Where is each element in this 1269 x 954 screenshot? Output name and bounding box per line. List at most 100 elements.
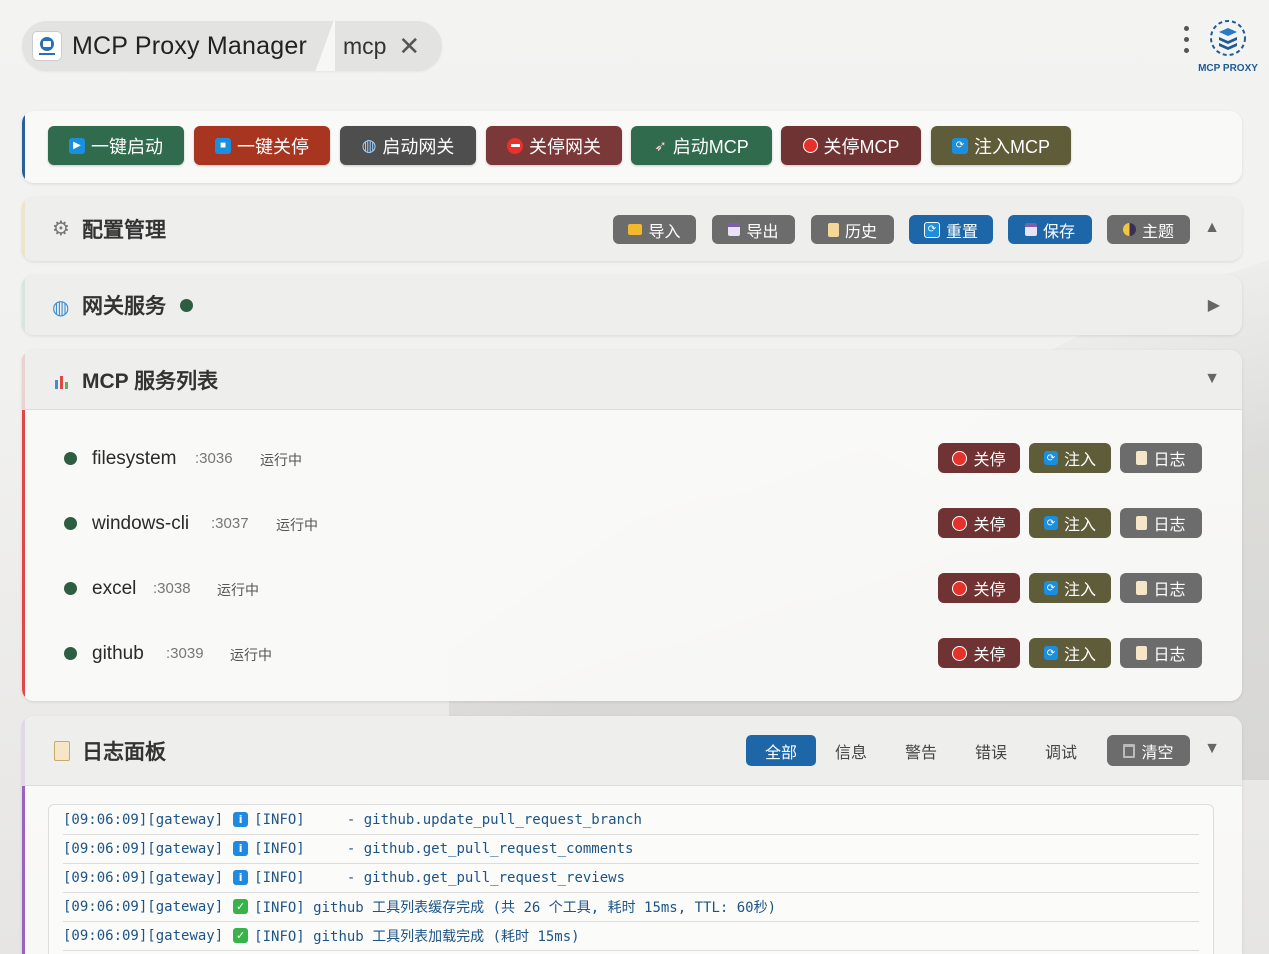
inject-service-button[interactable]: ⟳ 注入 xyxy=(1029,573,1111,603)
stop-service-button[interactable]: 关停 xyxy=(938,638,1020,668)
floppy-icon xyxy=(1024,223,1037,236)
notepad-icon xyxy=(1136,451,1148,465)
gateway-status-dot xyxy=(180,299,193,312)
stop-gateway-button[interactable]: 关停网关 xyxy=(486,126,622,165)
history-button[interactable]: 历史 xyxy=(811,215,894,244)
inject-service-button[interactable]: ⟳ 注入 xyxy=(1029,638,1111,668)
inject-service-button[interactable]: ⟳ 注入 xyxy=(1029,443,1111,473)
start-gateway-button[interactable]: ◍ 启动网关 xyxy=(340,126,476,165)
refresh-icon: ⟳ xyxy=(1043,516,1058,530)
service-name: filesystem xyxy=(92,448,177,469)
inject-mcp-button[interactable]: ⟳ 注入MCP xyxy=(931,126,1071,165)
gateway-header[interactable]: ◍ 网关服务 ▶ xyxy=(22,275,1242,335)
rocket-icon: ➶ xyxy=(654,137,667,155)
collapse-down-icon[interactable]: ▼ xyxy=(1204,370,1220,388)
floppy-icon xyxy=(728,223,741,236)
service-status: 运行中 xyxy=(230,647,272,663)
save-button[interactable]: 保存 xyxy=(1008,215,1092,244)
app-logo-icon xyxy=(32,31,62,61)
inject-service-button[interactable]: ⟳ 注入 xyxy=(1029,508,1111,538)
config-header[interactable]: ⚙ 配置管理 导入 导出 历史 ⟳ 重置 保存 主题 ▲ xyxy=(22,197,1242,261)
gateway-title: 网关服务 xyxy=(82,295,166,318)
filter-all[interactable]: 全部 xyxy=(746,735,816,766)
service-row-excel: excel :3038 运行中 关停 ⟳ 注入 日志 xyxy=(22,568,1240,608)
services-section: MCP 服务列表 ▼ filesystem :3036 运行中 关停 ⟳ 注入 日… xyxy=(22,350,1242,701)
stop-service-button[interactable]: 关停 xyxy=(938,573,1020,603)
trash-icon xyxy=(1123,743,1136,758)
server-stack-icon xyxy=(1210,20,1246,56)
collapse-up-icon[interactable]: ▲ xyxy=(1204,219,1220,237)
red-circle-icon xyxy=(952,515,968,531)
play-icon: ▶ xyxy=(69,137,85,154)
collapse-down-icon[interactable]: ▼ xyxy=(1204,740,1220,758)
info-icon: i xyxy=(233,841,249,856)
clear-logs-button[interactable]: 清空 xyxy=(1107,735,1190,766)
app-title: MCP Proxy Manager xyxy=(72,31,307,60)
log-line: [09:06:09] [gateway] i [INFO] - github.get… xyxy=(63,834,1199,864)
log-service-button[interactable]: 日志 xyxy=(1120,508,1202,538)
theme-button[interactable]: 主题 xyxy=(1107,215,1190,244)
stop-all-button[interactable]: ■ 一键关停 xyxy=(194,126,330,165)
more-vertical-icon[interactable] xyxy=(1180,26,1192,53)
close-icon[interactable]: ✕ xyxy=(398,33,420,59)
action-toolbar: ▶ 一键启动 ■ 一键关停 ◍ 启动网关 关停网关 ➶ 启动MCP 关停MCP ⟳ 注入M… xyxy=(22,111,1242,183)
filter-info[interactable]: 信息 xyxy=(816,735,886,766)
stop-mcp-button[interactable]: 关停MCP xyxy=(781,126,921,165)
service-status-dot xyxy=(64,582,77,595)
no-entry-icon xyxy=(507,137,523,154)
filter-debug[interactable]: 调试 xyxy=(1026,735,1096,766)
stop-service-button[interactable]: 关停 xyxy=(938,508,1020,538)
services-header[interactable]: MCP 服务列表 ▼ xyxy=(22,350,1242,410)
notepad-icon xyxy=(1136,516,1148,530)
service-name: windows-cli xyxy=(92,513,190,534)
service-status: 运行中 xyxy=(260,452,302,468)
brand-logo: MCP PROXY xyxy=(1196,18,1260,74)
globe-icon: ◍ xyxy=(361,135,377,155)
check-icon: ✓ xyxy=(233,928,249,943)
reset-button[interactable]: ⟳ 重置 xyxy=(909,215,993,244)
service-status-dot xyxy=(64,517,77,530)
title-bar: MCP Proxy Manager mcp ✕ xyxy=(22,21,442,71)
red-circle-icon xyxy=(802,138,818,153)
red-circle-icon xyxy=(952,645,968,661)
tab-separator xyxy=(314,21,335,71)
notepad-icon xyxy=(54,741,70,761)
export-button[interactable]: 导出 xyxy=(712,215,795,244)
notepad-icon xyxy=(1136,581,1148,595)
gear-icon: ⚙ xyxy=(52,218,70,240)
log-service-button[interactable]: 日志 xyxy=(1120,638,1202,668)
service-status: 运行中 xyxy=(217,582,259,598)
log-output[interactable]: [09:06:09] [gateway] i [INFO] - github.upd… xyxy=(48,804,1214,954)
import-button[interactable]: 导入 xyxy=(613,215,696,244)
scroll-icon xyxy=(827,222,839,237)
info-icon: i xyxy=(233,812,249,827)
log-filter-group: 全部 信息 警告 错误 调试 xyxy=(746,735,1096,766)
info-icon: i xyxy=(233,870,249,885)
filter-error[interactable]: 错误 xyxy=(956,735,1026,766)
refresh-icon: ⟳ xyxy=(952,137,968,154)
log-line: [09:06:09] [gateway] i [INFO] - github.upd… xyxy=(63,805,1199,835)
stop-service-button[interactable]: 关停 xyxy=(938,443,1020,473)
log-service-button[interactable]: 日志 xyxy=(1120,573,1202,603)
service-port: :3038 xyxy=(153,580,191,597)
moon-icon xyxy=(1122,223,1136,236)
tab-mcp[interactable]: mcp xyxy=(343,33,386,60)
service-status: 运行中 xyxy=(276,517,318,533)
service-port: :3039 xyxy=(166,645,204,662)
services-title: MCP 服务列表 xyxy=(82,369,219,393)
config-title: 配置管理 xyxy=(82,219,166,242)
bar-chart-icon xyxy=(52,371,72,391)
refresh-icon: ⟳ xyxy=(1043,646,1058,660)
refresh-icon: ⟳ xyxy=(1043,581,1058,595)
filter-warning[interactable]: 警告 xyxy=(886,735,956,766)
log-header[interactable]: 日志面板 全部 信息 警告 错误 调试 清空 ▼ xyxy=(22,716,1242,786)
start-all-button[interactable]: ▶ 一键启动 xyxy=(48,126,184,165)
start-mcp-button[interactable]: ➶ 启动MCP xyxy=(631,126,772,165)
expand-right-icon[interactable]: ▶ xyxy=(1208,295,1220,315)
service-row-windows-cli: windows-cli :3037 运行中 关停 ⟳ 注入 日志 xyxy=(22,503,1240,543)
check-icon: ✓ xyxy=(233,899,249,914)
config-section: ⚙ 配置管理 导入 导出 历史 ⟳ 重置 保存 主题 ▲ xyxy=(22,197,1242,261)
service-port: :3036 xyxy=(195,450,233,467)
red-circle-icon xyxy=(952,580,968,596)
log-service-button[interactable]: 日志 xyxy=(1120,443,1202,473)
